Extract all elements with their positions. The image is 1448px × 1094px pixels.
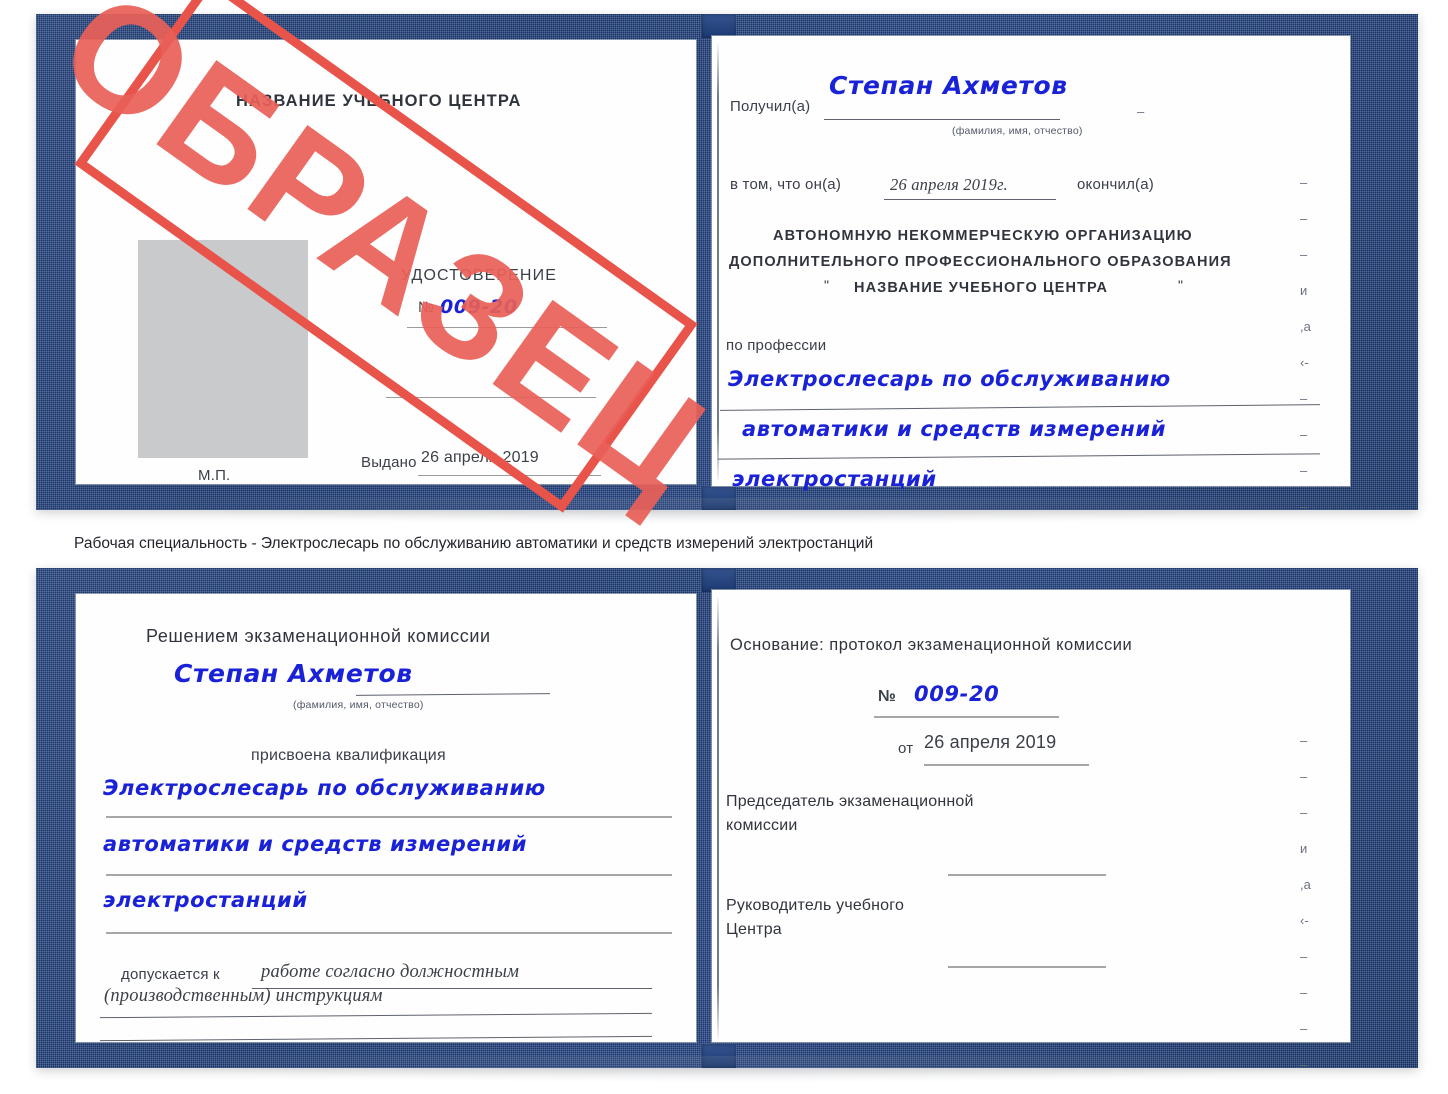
- margin-glyph: –: [1300, 1057, 1308, 1072]
- seal-label: М.П.: [198, 467, 231, 484]
- issued-label: Выдано: [361, 454, 417, 471]
- completed-prefix: в том, что он(а): [730, 176, 842, 193]
- spine-tab-top: [702, 568, 736, 592]
- received-rule: [824, 119, 1060, 121]
- spine-tab-bottom: [702, 486, 736, 510]
- qualification-line-2: автоматики и средств измерений: [103, 832, 528, 856]
- protocol-date-value: 26 апреля 2019: [924, 732, 1057, 752]
- number-label: №: [418, 299, 435, 316]
- basis-label: Основание: протокол экзаменационной коми…: [730, 636, 1133, 654]
- qualification-rule-1: [106, 816, 672, 818]
- received-name: Степан Ахметов: [829, 71, 1068, 100]
- received-label: Получил(а): [730, 98, 811, 115]
- issued-rule: [418, 475, 601, 476]
- org-line-3: НАЗВАНИЕ УЧЕБНОГО ЦЕНТРА: [854, 280, 1109, 296]
- org-quote-open: ": [824, 277, 830, 293]
- profession-rule-2: [718, 453, 1320, 460]
- org-quote-close: ": [1178, 277, 1184, 293]
- head-line-2: Центра: [726, 921, 782, 938]
- book-spine-bottom: [717, 598, 719, 1038]
- margin-glyph: –: [1300, 175, 1308, 190]
- head-line-1: Руководитель учебного: [726, 897, 905, 914]
- admitted-rule-2: [100, 1012, 652, 1019]
- top-left-page: НАЗВАНИЕ УЧЕБНОГО ЦЕНТРА УДОСТОВЕРЕНИЕ №…: [76, 40, 696, 484]
- protocol-number-label: №: [878, 688, 897, 705]
- chairman-signature-rule: [948, 874, 1106, 876]
- protocol-number-rule: [874, 716, 1059, 718]
- book-spine-top: [717, 44, 719, 480]
- page-caption: Рабочая специальность - Электрослесарь п…: [74, 535, 874, 552]
- awardee-name: Степан Ахметов: [174, 659, 413, 688]
- completed-suffix: окончил(а): [1077, 176, 1154, 193]
- training-center-title: НАЗВАНИЕ УЧЕБНОГО ЦЕНТРА: [236, 92, 522, 110]
- photo-placeholder: [138, 240, 308, 458]
- bottom-right-margin-glyphs: – – – и ,а ‹- – – – –: [1300, 734, 1311, 1094]
- margin-glyph: ,а: [1300, 319, 1311, 334]
- admitted-label: допускается к: [121, 966, 220, 983]
- qualification-rule-2: [106, 874, 672, 876]
- margin-glyph: –: [1300, 985, 1308, 1000]
- certificate-bottom: Решением экзаменационной комиссии Степан…: [36, 568, 1430, 1082]
- profession-rule-1: [720, 404, 1320, 412]
- qualification-line-3: электростанций: [103, 888, 308, 912]
- protocol-date-rule: [924, 764, 1089, 766]
- margin-glyph: –: [1300, 391, 1308, 406]
- margin-glyph: ‹-: [1300, 355, 1309, 370]
- completed-date: 26 апреля 2019г.: [890, 175, 1008, 194]
- document-title: УДОСТОВЕРЕНИЕ: [401, 267, 557, 284]
- profession-line-3: электростанций: [732, 467, 937, 491]
- org-line-1: АВТОНОМНУЮ НЕКОММЕРЧЕСКУЮ ОРГАНИЗАЦИЮ: [773, 228, 1193, 244]
- protocol-date-label: от: [898, 740, 914, 757]
- spine-tab-top: [702, 14, 736, 38]
- certificate-top: НАЗВАНИЕ УЧЕБНОГО ЦЕНТРА УДОСТОВЕРЕНИЕ №…: [36, 14, 1430, 524]
- blank-rule-mid: [386, 397, 596, 398]
- profession-label: по профессии: [726, 337, 827, 354]
- margin-glyph: –: [1300, 769, 1308, 784]
- qualification-label: присвоена квалификация: [251, 747, 446, 764]
- profession-line-2: автоматики и средств измерений: [742, 417, 1167, 441]
- awardee-name-rule: [355, 693, 551, 697]
- margin-glyph: и: [1300, 841, 1308, 856]
- margin-glyph: и: [1300, 283, 1308, 298]
- margin-glyph: –: [1300, 733, 1308, 748]
- margin-glyph: ‹-: [1300, 913, 1309, 928]
- protocol-number-value: 009-20: [914, 682, 1000, 706]
- chairman-line-2: комиссии: [726, 817, 798, 834]
- dash-mark-1: –: [1137, 104, 1145, 119]
- margin-glyph: –: [1300, 463, 1308, 478]
- fio-hint: (фамилия, имя, отчество): [952, 125, 1083, 137]
- margin-glyph: –: [1300, 499, 1308, 514]
- completed-date-rule: [884, 199, 1056, 201]
- chairman-line-1: Председатель экзаменационной: [726, 793, 974, 810]
- number-rule: [407, 327, 607, 328]
- commission-heading: Решением экзаменационной комиссии: [146, 626, 491, 646]
- qualification-line-1: Электрослесарь по обслуживанию: [103, 776, 546, 800]
- admitted-line-1: работе согласно должностным: [261, 962, 520, 982]
- spine-tab-bottom: [702, 1044, 736, 1068]
- margin-glyph: –: [1300, 211, 1308, 226]
- top-right-page: Получил(а) Степан Ахметов (фамилия, имя,…: [712, 36, 1350, 513]
- number-value: 009-20: [440, 296, 518, 318]
- admitted-rule-3: [100, 1035, 652, 1042]
- top-right-margin-glyphs: – – – и ,а ‹- – – – –: [1300, 176, 1311, 536]
- issued-value: 26 апреля 2019: [421, 449, 539, 466]
- admitted-line-2: (производственным) инструкциям: [104, 986, 383, 1006]
- qualification-rule-3: [106, 932, 672, 934]
- margin-glyph: –: [1300, 247, 1308, 262]
- head-signature-rule: [948, 966, 1106, 968]
- bottom-right-page: Основание: протокол экзаменационной коми…: [712, 590, 1350, 1071]
- margin-glyph: –: [1300, 1021, 1308, 1036]
- margin-glyph: –: [1300, 949, 1308, 964]
- margin-glyph: ,а: [1300, 877, 1311, 892]
- fio-hint: (фамилия, имя, отчество): [293, 699, 424, 711]
- margin-glyph: –: [1300, 427, 1308, 442]
- profession-line-1: Электрослесарь по обслуживанию: [728, 367, 1171, 391]
- margin-glyph: –: [1300, 805, 1308, 820]
- bottom-left-page: Решением экзаменационной комиссии Степан…: [76, 594, 696, 1042]
- org-line-2: ДОПОЛНИТЕЛЬНОГО ПРОФЕССИОНАЛЬНОГО ОБРАЗО…: [729, 254, 1232, 270]
